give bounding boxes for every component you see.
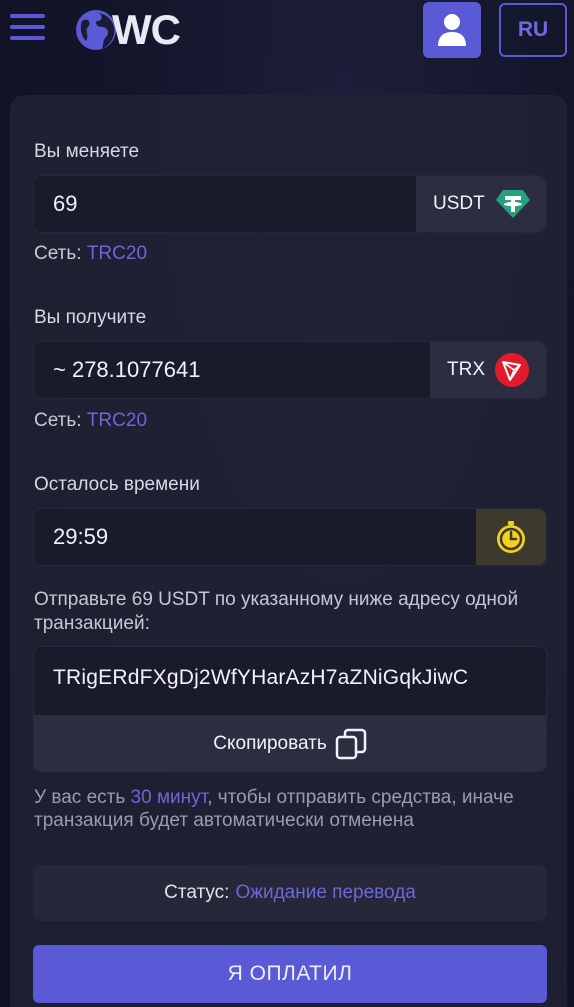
get-currency-selector[interactable]: TRX bbox=[430, 342, 546, 398]
timer-badge bbox=[476, 509, 546, 565]
time-limit-highlight: 30 минут bbox=[130, 787, 208, 808]
top-bar: WC RU bbox=[0, 0, 574, 62]
give-amount-value: 69 bbox=[53, 191, 78, 216]
give-label: Вы меняете bbox=[34, 141, 140, 162]
language-button[interactable]: RU bbox=[499, 3, 567, 57]
give-amount-field[interactable]: 69 USDT bbox=[33, 175, 547, 233]
logo-text: WC bbox=[112, 6, 181, 53]
tether-icon bbox=[495, 190, 530, 218]
user-icon bbox=[438, 14, 466, 46]
copy-button[interactable]: Скопировать bbox=[34, 715, 546, 771]
tron-icon bbox=[495, 353, 529, 387]
wallet-address-box: TRigERdFXgDj2WfYHarAzH7aZNiGqkJiwC Скопи… bbox=[33, 646, 547, 772]
logo[interactable]: WC bbox=[74, 6, 181, 53]
give-currency-code: USDT bbox=[433, 193, 485, 214]
status-label: Статус: bbox=[164, 882, 230, 903]
get-label: Вы получите bbox=[34, 307, 147, 328]
get-network: Сеть: TRC20 bbox=[34, 410, 148, 431]
time-limit-note: У вас есть 30 минут, чтобы отправить сре… bbox=[34, 787, 514, 831]
profile-button[interactable] bbox=[423, 2, 481, 58]
get-currency-code: TRX bbox=[447, 359, 485, 380]
menu-icon[interactable] bbox=[10, 14, 46, 46]
copy-icon bbox=[335, 728, 366, 760]
paid-button[interactable]: Я ОПЛАТИЛ bbox=[33, 945, 547, 1003]
get-amount-field: ~ 278.1077641 TRX bbox=[33, 341, 547, 399]
give-currency-selector[interactable]: USDT bbox=[416, 176, 546, 232]
wallet-address[interactable]: TRigERdFXgDj2WfYHarAzH7aZNiGqkJiwC bbox=[53, 647, 468, 709]
give-network: Сеть: TRC20 bbox=[34, 243, 148, 264]
status-bar: Статус: Ожидание перевода bbox=[33, 865, 547, 921]
copy-button-label: Скопировать bbox=[213, 733, 327, 754]
timer-label: Осталось времени bbox=[34, 474, 200, 495]
get-amount-value: ~ 278.1077641 bbox=[53, 357, 201, 382]
status-value: Ожидание перевода bbox=[235, 882, 416, 903]
stopwatch-icon bbox=[497, 521, 525, 553]
send-instruction: Отправьте 69 USDT по указанному ниже адр… bbox=[34, 589, 519, 634]
get-network-value[interactable]: TRC20 bbox=[87, 410, 147, 431]
timer-field: 29:59 bbox=[33, 508, 547, 566]
give-network-value[interactable]: TRC20 bbox=[87, 243, 147, 264]
timer-value: 29:59 bbox=[53, 524, 109, 549]
